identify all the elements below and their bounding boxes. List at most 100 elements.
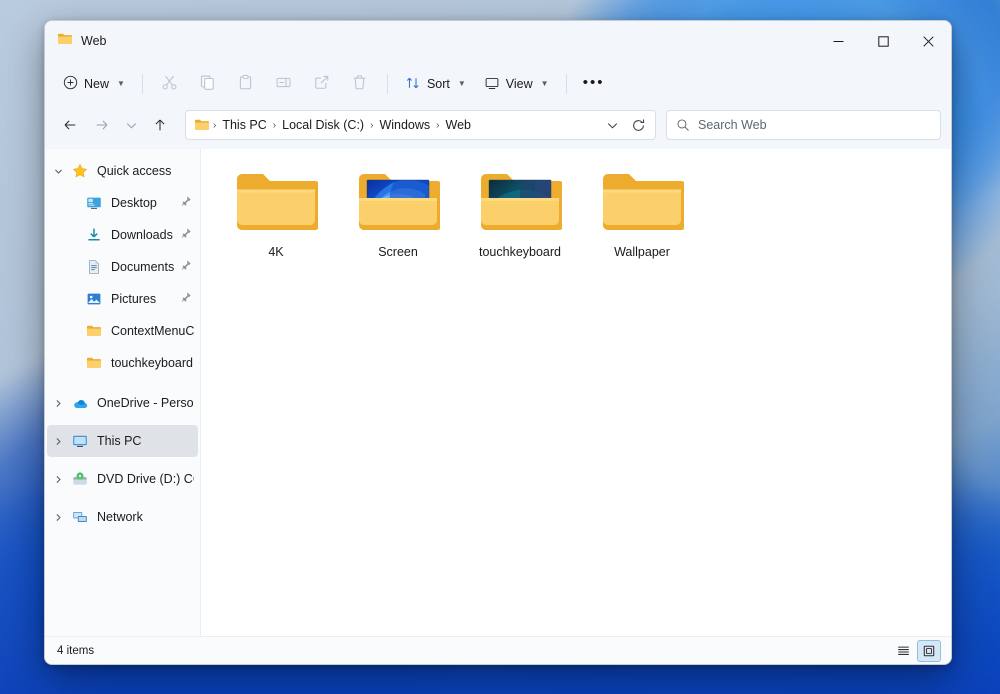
up-button[interactable] (145, 111, 175, 139)
sidebar-item-label: Network (97, 510, 143, 524)
dvd-icon (69, 471, 91, 487)
sidebar-item-desktop[interactable]: Desktop (47, 187, 198, 219)
navigation-pane: Quick access Desktop (45, 149, 201, 636)
search-icon (676, 118, 690, 132)
address-dropdown-button[interactable] (599, 112, 625, 138)
chevron-down-icon[interactable] (47, 167, 69, 176)
ellipsis-icon: ••• (583, 75, 605, 94)
sidebar-item-touchkeyboard[interactable]: touchkeyboard (47, 347, 198, 379)
window-body: Quick access Desktop (45, 149, 951, 636)
sidebar-item-contextmenucustomizer[interactable]: ContextMenuCustomizer (47, 315, 198, 347)
chevron-right-icon[interactable] (47, 399, 69, 408)
pin-icon[interactable] (180, 194, 192, 212)
onedrive-icon (69, 395, 91, 412)
breadcrumb-item-local-disk[interactable]: Local Disk (C:) (277, 115, 369, 135)
pin-icon[interactable] (180, 258, 192, 276)
view-button[interactable]: View ▼ (476, 68, 557, 100)
list-item[interactable]: 4K (215, 163, 337, 281)
sidebar-item-downloads[interactable]: Downloads (47, 219, 198, 251)
thispc-icon (69, 433, 91, 449)
sidebar-item-label: Quick access (97, 164, 171, 178)
paste-button[interactable] (228, 68, 264, 100)
sidebar-item-label: Desktop (111, 196, 157, 210)
chevron-right-icon[interactable] (47, 437, 69, 446)
item-count-label: 4 items (57, 645, 94, 657)
sidebar-item-this-pc[interactable]: This PC (47, 425, 198, 457)
window-controls (816, 21, 951, 61)
sidebar-item-quick-access[interactable]: Quick access (47, 155, 198, 187)
list-item[interactable]: Wallpaper (581, 163, 703, 281)
folder-icon (83, 355, 105, 371)
refresh-button[interactable] (625, 112, 651, 138)
close-button[interactable] (906, 21, 951, 61)
scissors-icon (161, 74, 178, 94)
command-toolbar: New ▼ (45, 61, 951, 107)
see-more-button[interactable]: ••• (576, 68, 612, 100)
sidebar-item-label: OneDrive - Personal (97, 396, 194, 410)
sidebar-item-label: DVD Drive (D:) CCCOMA_X64FRE_EN-US_DV9 (97, 472, 194, 486)
sidebar-item-onedrive[interactable]: OneDrive - Personal (47, 387, 198, 419)
item-name: Screen (378, 245, 418, 259)
pin-icon[interactable] (180, 226, 192, 244)
network-icon (69, 509, 91, 525)
delete-button[interactable] (342, 68, 378, 100)
large-icons-view-button[interactable] (917, 640, 941, 662)
copy-button[interactable] (190, 68, 226, 100)
title-bar: Web (45, 21, 951, 61)
list-item[interactable]: touchkeyboard (459, 163, 581, 281)
minimize-button[interactable] (816, 21, 861, 61)
pictures-icon (83, 291, 105, 307)
address-row: › This PC › Local Disk (C:) › Windows › … (45, 107, 951, 149)
sidebar-item-dvd-drive[interactable]: DVD Drive (D:) CCCOMA_X64FRE_EN-US_DV9 (47, 463, 198, 495)
new-button[interactable]: New ▼ (55, 68, 133, 100)
share-icon (313, 74, 330, 94)
item-name: touchkeyboard (479, 245, 561, 259)
address-bar[interactable]: › This PC › Local Disk (C:) › Windows › … (185, 110, 656, 140)
folder-icon (356, 167, 440, 237)
sidebar-item-network[interactable]: Network (47, 501, 198, 533)
sidebar-item-label: Documents (111, 260, 174, 274)
file-list-view[interactable]: 4K (201, 149, 951, 636)
chevron-right-icon[interactable] (47, 475, 69, 484)
item-name: Wallpaper (614, 245, 670, 259)
title-bar-left: Web (45, 31, 106, 52)
star-icon (69, 163, 91, 179)
copy-icon (199, 74, 216, 94)
clipboard-icon (237, 74, 254, 94)
chevron-down-icon: ▼ (117, 80, 125, 88)
rename-icon (275, 74, 292, 94)
pin-icon[interactable] (180, 290, 192, 308)
cut-button[interactable] (152, 68, 188, 100)
forward-button[interactable] (87, 111, 117, 139)
maximize-button[interactable] (861, 21, 906, 61)
list-item[interactable]: Screen (337, 163, 459, 281)
recent-locations-button[interactable] (119, 111, 143, 139)
search-box[interactable] (666, 110, 941, 140)
chevron-down-icon: ▼ (541, 80, 549, 88)
rename-button[interactable] (266, 68, 302, 100)
folder-icon (234, 167, 318, 237)
sort-arrows-icon (405, 75, 421, 94)
details-view-button[interactable] (891, 640, 915, 662)
breadcrumb-separator: › (435, 120, 440, 131)
share-button[interactable] (304, 68, 340, 100)
chevron-right-icon[interactable] (47, 513, 69, 522)
sidebar-item-label: Pictures (111, 292, 156, 306)
folder-icon (478, 167, 562, 237)
sidebar-item-label: This PC (97, 434, 141, 448)
new-button-label: New (84, 77, 109, 91)
sidebar-item-pictures[interactable]: Pictures (47, 283, 198, 315)
address-folder-icon (194, 117, 210, 133)
back-button[interactable] (55, 111, 85, 139)
sidebar-item-documents[interactable]: Documents (47, 251, 198, 283)
sort-button[interactable]: Sort ▼ (397, 68, 474, 100)
item-name: 4K (268, 245, 283, 259)
desktop-icon (83, 195, 105, 211)
breadcrumb-item-windows[interactable]: Windows (374, 115, 435, 135)
sidebar-item-label: ContextMenuCustomizer (111, 324, 194, 338)
breadcrumb-item-this-pc[interactable]: This PC (217, 115, 271, 135)
folder-icon (83, 323, 105, 339)
status-bar: 4 items (45, 636, 951, 664)
search-input[interactable] (698, 118, 931, 132)
breadcrumb-item-web[interactable]: Web (441, 115, 476, 135)
